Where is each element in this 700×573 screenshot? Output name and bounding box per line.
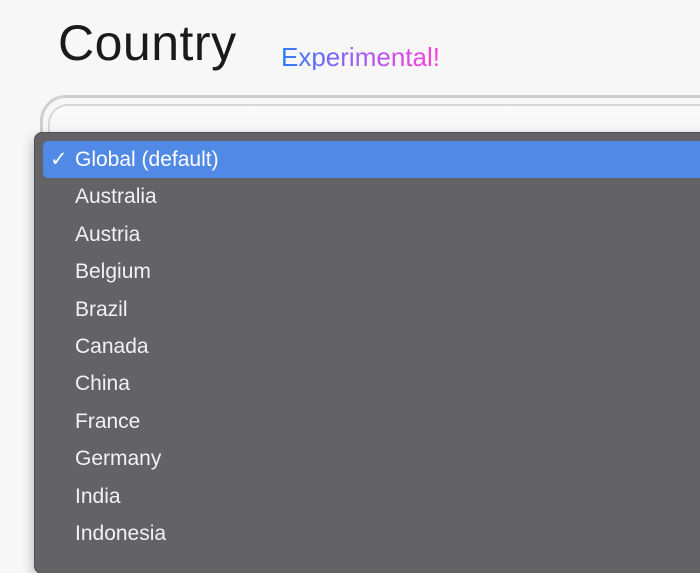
option-label: Germany: [75, 447, 162, 471]
checkmark-icon: ✓: [50, 148, 68, 171]
page-title: Country: [58, 15, 237, 71]
option-austria[interactable]: Austria: [43, 216, 700, 253]
option-label: Austria: [75, 222, 141, 246]
option-label: Australia: [75, 185, 157, 209]
option-label: Brazil: [75, 297, 128, 321]
option-label: Indonesia: [75, 521, 167, 545]
option-label: Belgium: [75, 260, 151, 284]
option-belgium[interactable]: Belgium: [43, 253, 700, 290]
option-label: France: [75, 409, 141, 433]
option-indonesia[interactable]: Indonesia: [43, 515, 700, 552]
option-australia[interactable]: Australia: [43, 178, 700, 215]
option-india[interactable]: India: [43, 478, 700, 515]
option-china[interactable]: China: [43, 365, 700, 402]
option-brazil[interactable]: Brazil: [43, 291, 700, 328]
option-global[interactable]: ✓ Global (default): [43, 141, 700, 179]
option-label: India: [75, 484, 121, 508]
option-canada[interactable]: Canada: [43, 328, 700, 365]
option-france[interactable]: France: [43, 403, 700, 440]
experimental-badge: Experimental!: [281, 42, 440, 72]
country-dropdown-menu: ✓ Global (default) Australia Austria Bel…: [35, 133, 700, 573]
option-germany[interactable]: Germany: [43, 440, 700, 477]
option-label: Global (default): [75, 148, 219, 171]
option-label: China: [75, 372, 130, 396]
option-label: Canada: [75, 334, 149, 358]
